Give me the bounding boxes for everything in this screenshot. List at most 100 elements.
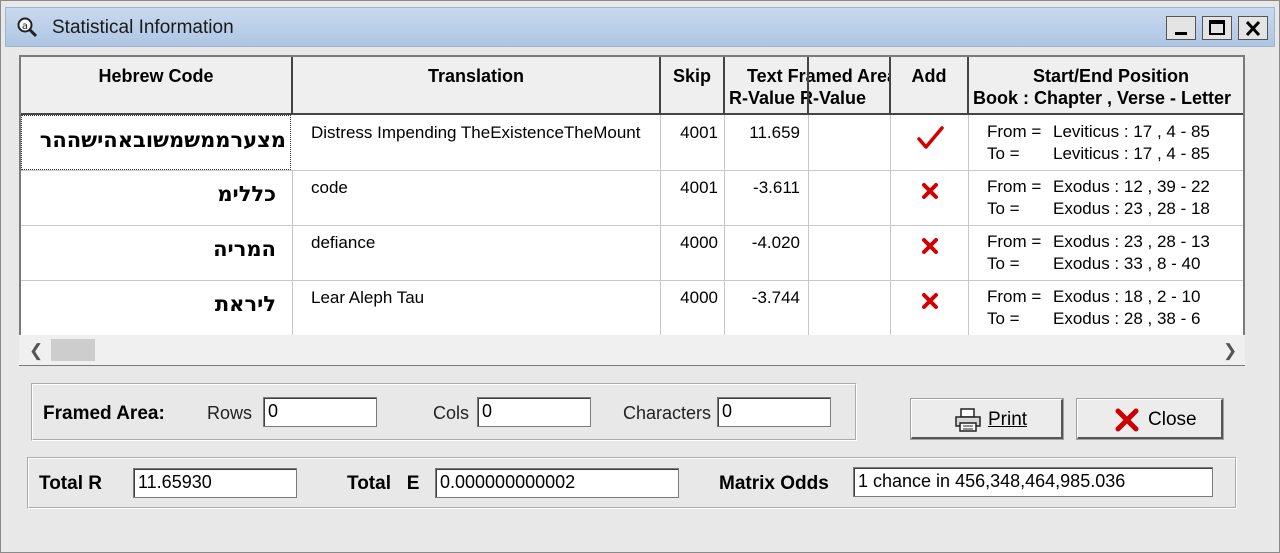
translation-cell: code — [293, 170, 661, 225]
check-icon — [916, 126, 944, 149]
horizontal-scrollbar[interactable]: ❮ ❯ — [19, 335, 1245, 365]
cols-label: Cols — [433, 403, 470, 423]
skip-cell: 4000 — [661, 280, 725, 335]
framed-area-label: Framed Area: — [43, 403, 165, 424]
position-cell: From = Leviticus : 17 , 4 - 85 To = Leviti… — [969, 115, 1243, 170]
from-position: Exodus : 23 , 28 - 13 — [1053, 232, 1210, 251]
table-row[interactable]: המריה defiance 4000 -4.020 From = Exodus … — [21, 225, 1243, 281]
skip-cell: 4001 — [661, 115, 725, 170]
to-position: Leviticus : 17 , 4 - 85 — [1053, 144, 1210, 163]
translation-cell: defiance — [293, 225, 661, 280]
matrix-odds-input[interactable]: 1 chance in 456,348,464,985.036 — [853, 467, 1213, 497]
total-r-input[interactable]: 11.65930 — [133, 468, 297, 498]
cols-input[interactable]: 0 — [477, 397, 591, 427]
scrollbar-thumb[interactable] — [51, 339, 95, 361]
text-r-value-cell: 11.659 — [725, 115, 809, 170]
print-label: Print — [988, 409, 1028, 430]
header-start-end-position[interactable]: Start/End Position Book : Chapter , Vers… — [969, 57, 1243, 113]
rows-input[interactable]: 0 — [263, 397, 377, 427]
from-label: From = — [987, 177, 1042, 196]
header-r-values-line1: Text Framed Area — [747, 66, 891, 86]
header-position-line1: Start/End Position — [1033, 66, 1190, 86]
from-label: From = — [987, 122, 1042, 141]
framed-r-value-cell — [809, 225, 891, 280]
total-e-label: Total E — [347, 473, 420, 494]
table-row[interactable]: ליראת Lear Aleph Tau 4000 -3.744 From = E… — [21, 280, 1243, 336]
print-button[interactable]: Print — [910, 398, 1064, 440]
add-cell[interactable] — [891, 280, 969, 335]
close-icon — [1245, 20, 1261, 37]
total-e-input[interactable]: 0.000000000002 — [435, 468, 679, 498]
to-position: Exodus : 28 , 38 - 6 — [1053, 309, 1201, 328]
framed-r-value-cell — [809, 280, 891, 335]
skip-cell: 4001 — [661, 170, 725, 225]
close-button[interactable]: Close — [1076, 398, 1224, 440]
table-row[interactable]: מצערממשמשובאהישההר Distress Impending Th… — [21, 115, 1243, 171]
printer-icon — [955, 408, 981, 432]
rows-label: Rows — [207, 403, 253, 423]
scroll-left-icon[interactable]: ❮ — [29, 341, 43, 361]
close-x-icon — [1115, 408, 1139, 432]
text-r-value-cell: -3.744 — [725, 280, 809, 335]
from-position: Exodus : 12 , 39 - 22 — [1053, 177, 1210, 196]
x-mark-icon — [921, 183, 938, 199]
header-position-line2: Book : Chapter , Verse - Letter — [973, 88, 1232, 108]
position-cell: From = Exodus : 23 , 28 - 13 To = Exodus :… — [969, 225, 1243, 280]
grid-header: Hebrew Code Translation Skip Text Framed… — [21, 57, 1243, 115]
add-cell[interactable] — [891, 170, 969, 225]
header-add[interactable]: Add — [891, 57, 969, 113]
add-cell[interactable] — [891, 225, 969, 280]
to-label: To = — [987, 254, 1020, 273]
text-r-value-cell: -4.020 — [725, 225, 809, 280]
from-label: From = — [987, 287, 1042, 306]
minimize-icon — [1175, 32, 1187, 35]
statistical-information-window: a Statistical Information Hebrew Code Tr… — [0, 0, 1280, 553]
x-mark-icon — [921, 238, 938, 254]
to-label: To = — [987, 144, 1020, 163]
to-position: Exodus : 33 , 8 - 40 — [1053, 254, 1201, 273]
maximize-icon — [1209, 20, 1225, 35]
framed-r-value-cell — [809, 170, 891, 225]
position-cell: From = Exodus : 12 , 39 - 22 To = Exodus :… — [969, 170, 1243, 225]
totals-group: Total R 11.65930 Total E 0.000000000002 … — [27, 457, 1237, 509]
scroll-right-icon[interactable]: ❯ — [1223, 341, 1237, 361]
to-position: Exodus : 23 , 28 - 18 — [1053, 199, 1210, 218]
header-hebrew-code[interactable]: Hebrew Code — [21, 57, 293, 113]
header-skip[interactable]: Skip — [661, 57, 725, 113]
position-cell: From = Exodus : 18 , 2 - 10 To = Exodus : … — [969, 280, 1243, 335]
title-bar[interactable]: a Statistical Information — [5, 7, 1275, 47]
text-r-value-cell: -3.611 — [725, 170, 809, 225]
close-window-button[interactable] — [1238, 16, 1268, 40]
window-title: Statistical Information — [52, 17, 234, 38]
characters-label: Characters — [623, 403, 712, 423]
add-cell[interactable] — [891, 115, 969, 170]
to-label: To = — [987, 199, 1020, 218]
hebrew-code-cell[interactable]: כללימ — [21, 170, 293, 225]
translation-cell: Distress Impending TheExistenceTheMount — [293, 115, 661, 170]
hebrew-code-cell[interactable]: המריה — [21, 225, 293, 280]
from-label: From = — [987, 232, 1042, 251]
hebrew-code-cell[interactable]: ליראת — [21, 280, 293, 335]
statistics-grid[interactable]: Hebrew Code Translation Skip Text Framed… — [19, 55, 1245, 366]
total-r-label: Total R — [39, 473, 102, 494]
characters-input[interactable]: 0 — [717, 397, 831, 427]
table-row[interactable]: כללימ code 4001 -3.611 From = Exodus : 12… — [21, 170, 1243, 226]
framed-r-value-cell — [809, 115, 891, 170]
magnifier-icon: a — [16, 16, 38, 38]
svg-text:a: a — [22, 21, 28, 32]
minimize-button[interactable] — [1166, 16, 1196, 40]
from-position: Exodus : 18 , 2 - 10 — [1053, 287, 1201, 306]
to-label: To = — [987, 309, 1020, 328]
translation-cell: Lear Aleph Tau — [293, 280, 661, 335]
hebrew-code-cell[interactable]: מצערממשמשובאהישההר — [21, 115, 291, 170]
from-position: Leviticus : 17 , 4 - 85 — [1053, 122, 1210, 141]
header-divider — [807, 57, 809, 113]
matrix-odds-label: Matrix Odds — [719, 473, 829, 494]
x-mark-icon — [921, 293, 938, 309]
header-r-values-line2: R-Value R-Value — [729, 88, 867, 108]
close-label: Close — [1148, 409, 1197, 430]
maximize-button[interactable] — [1202, 16, 1232, 40]
framed-area-group: Framed Area: Rows 0 Cols 0 Characters 0 — [31, 383, 857, 441]
header-translation[interactable]: Translation — [293, 57, 661, 113]
skip-cell: 4000 — [661, 225, 725, 280]
